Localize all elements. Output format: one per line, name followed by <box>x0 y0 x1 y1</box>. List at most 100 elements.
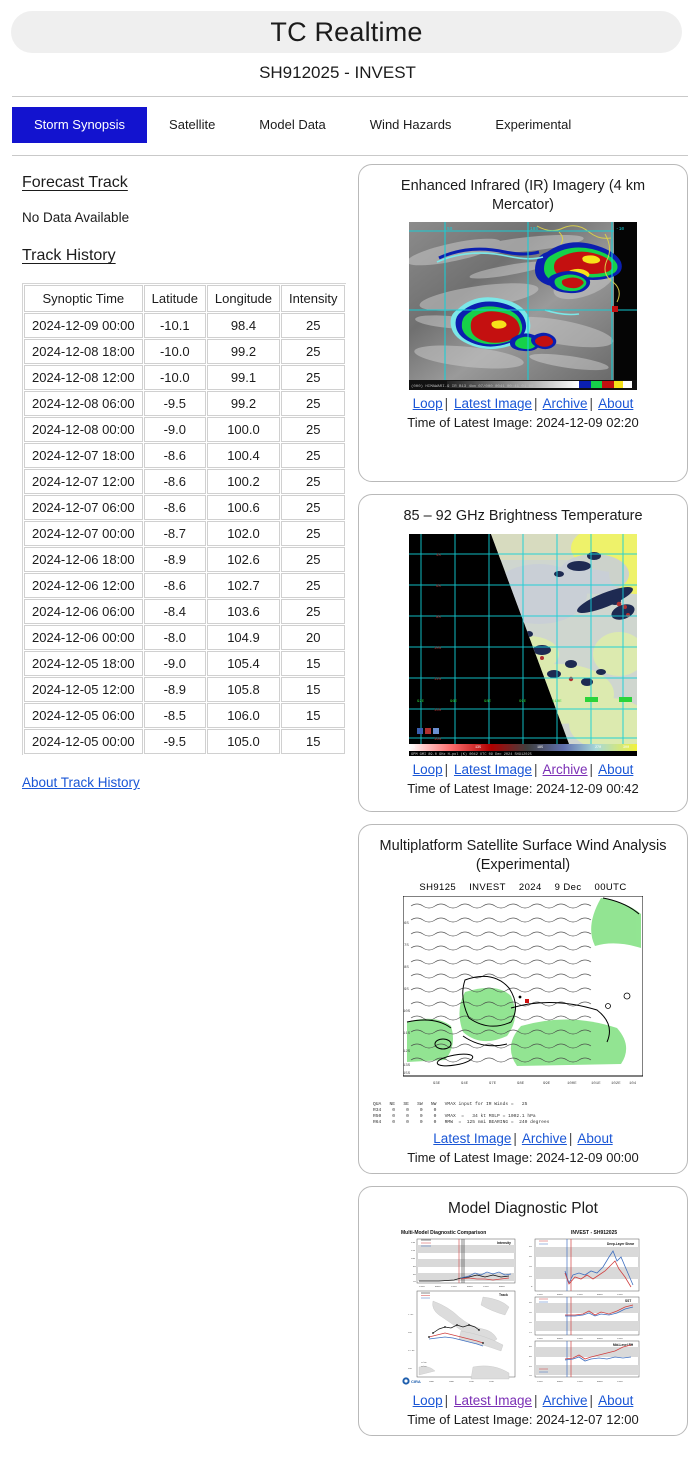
svg-text:12S: 12S <box>403 1050 411 1054</box>
svg-text:100: 100 <box>411 1257 416 1260</box>
time-of-latest-image-microwave: Time of Latest Image: 2024-12-09 00:42 <box>407 780 639 796</box>
svg-text:101E: 101E <box>591 1082 601 1086</box>
track-history-table: Synoptic Time Latitude Longitude Intensi… <box>22 283 347 756</box>
cell-longitude: 100.2 <box>206 469 281 495</box>
cell-longitude: 105.4 <box>206 651 281 677</box>
link-latest-image-surface-wind[interactable]: Latest Image <box>433 1131 511 1146</box>
tab-satellite[interactable]: Satellite <box>147 107 237 143</box>
cell-longitude: 105.0 <box>206 729 281 755</box>
svg-text:-10: -10 <box>616 226 624 232</box>
tab-experimental[interactable]: Experimental <box>473 107 593 143</box>
link-archive-ir[interactable]: Archive <box>543 396 588 411</box>
link-latest-image-microwave[interactable]: Latest Image <box>454 762 532 777</box>
cell-intensity: 25 <box>281 521 346 547</box>
cell-latitude: -8.6 <box>143 443 206 469</box>
cell-longitude: 104.9 <box>206 625 281 651</box>
main-content: Forecast Track No Data Available Track H… <box>0 156 700 1448</box>
enhanced-ir-image[interactable]: 5S 10S -10 (000) HIMAWARI-9 IR B13 4km 0… <box>409 222 637 391</box>
cell-intensity: 25 <box>281 391 346 417</box>
svg-text:15S: 15S <box>408 1367 413 1370</box>
cell-intensity: 15 <box>281 677 346 703</box>
cell-latitude: -10.0 <box>143 365 206 391</box>
link-about-microwave[interactable]: About <box>598 762 633 777</box>
cell-latitude: -8.6 <box>143 573 206 599</box>
cell-synoptic-time: 2024-12-07 12:00 <box>24 469 143 495</box>
table-row: 2024-12-06 06:00 -8.4 103.6 25 <box>24 599 346 625</box>
about-track-history-link[interactable]: About Track History <box>22 775 140 790</box>
cell-synoptic-time: 2024-12-05 00:00 <box>24 729 143 755</box>
card-title-model-diagnostic: Model Diagnostic Plot <box>448 1200 598 1218</box>
link-loop-ir[interactable]: Loop <box>413 396 443 411</box>
svg-text:14S: 14S <box>434 709 442 713</box>
svg-text:105E: 105E <box>449 1380 455 1383</box>
link-about-model-diagnostic[interactable]: About <box>598 1393 633 1408</box>
svg-text:13S: 13S <box>403 1064 411 1068</box>
mdp-left-title: Multi-Model Diagnostic Comparison <box>401 1230 486 1236</box>
link-archive-model-diagnostic[interactable]: Archive <box>543 1393 588 1408</box>
svg-text:12Dec: 12Dec <box>419 1285 426 1288</box>
cell-longitude: 99.2 <box>206 391 281 417</box>
cell-synoptic-time: 2024-12-06 00:00 <box>24 625 143 651</box>
svg-text:00Dec: 00Dec <box>435 1285 442 1288</box>
link-archive-microwave[interactable]: Archive <box>543 762 588 777</box>
svg-text:00Dec: 00Dec <box>597 1337 604 1340</box>
microwave-brightness-image[interactable]: 4S 6S 8S 10S 12S 14S 16S 92E 96E 98E 99E 110E G… <box>409 533 637 756</box>
svg-text:9S: 9S <box>404 988 409 992</box>
cell-longitude: 105.8 <box>206 677 281 703</box>
svg-text:Intensity: Intensity <box>497 1241 511 1245</box>
header-divider <box>12 96 688 97</box>
cell-longitude: 102.0 <box>206 521 281 547</box>
link-about-surface-wind[interactable]: About <box>577 1131 612 1146</box>
svg-text:270: 270 <box>595 746 601 750</box>
svg-text:16S: 16S <box>434 738 442 742</box>
model-diagnostic-plot-image[interactable]: Multi-Model Diagnostic Comparison INVEST… <box>399 1227 647 1388</box>
link-loop-microwave[interactable]: Loop <box>413 762 443 777</box>
wind-plot-name: INVEST <box>469 882 506 894</box>
cell-synoptic-time: 2024-12-06 18:00 <box>24 547 143 573</box>
cell-intensity: 25 <box>281 573 346 599</box>
cell-longitude: 100.6 <box>206 495 281 521</box>
link-loop-model-diagnostic[interactable]: Loop <box>413 1393 443 1408</box>
svg-text:100E: 100E <box>567 1082 577 1086</box>
link-latest-image-model-diagnostic[interactable]: Latest Image <box>454 1393 532 1408</box>
cell-latitude: -10.0 <box>143 339 206 365</box>
tab-wind-hazards[interactable]: Wind Hazards <box>348 107 474 143</box>
cell-latitude: -8.7 <box>143 521 206 547</box>
svg-text:7S: 7S <box>404 944 409 948</box>
table-header-row: Synoptic Time Latitude Longitude Intensi… <box>24 285 346 313</box>
tab-model-data[interactable]: Model Data <box>237 107 347 143</box>
svg-text:12/09: 12/09 <box>421 1362 426 1364</box>
card-title-surface-wind: Multiplatform Satellite Surface Wind Ana… <box>379 838 667 873</box>
link-archive-surface-wind[interactable]: Archive <box>522 1131 567 1146</box>
table-row: 2024-12-05 06:00 -8.5 106.0 15 <box>24 703 346 729</box>
cell-longitude: 102.7 <box>206 573 281 599</box>
svg-text:10S: 10S <box>408 1331 413 1334</box>
cell-longitude: 99.2 <box>206 339 281 365</box>
table-row: 2024-12-08 00:00 -9.0 100.0 25 <box>24 417 346 443</box>
surface-wind-analysis-image[interactable]: 6S 7S 8S 9S 10S 11S 12S 13S 15S 93E 94E 97E 98E 9… <box>403 896 643 1102</box>
links-row-microwave: Loop | Latest Image | Archive | About <box>412 761 634 777</box>
svg-text:00Dec: 00Dec <box>557 1337 564 1340</box>
link-about-ir[interactable]: About <box>598 396 633 411</box>
wind-radii-table: QUA NE SE SW NW VMAX input for IR Winds … <box>373 1102 550 1125</box>
column-header-intensity: Intensity <box>281 285 346 313</box>
svg-text:102E: 102E <box>611 1082 621 1086</box>
cell-intensity: 25 <box>281 313 346 339</box>
link-latest-image-ir[interactable]: Latest Image <box>454 396 532 411</box>
svg-text:12.5S: 12.5S <box>408 1349 415 1352</box>
cell-latitude: -9.0 <box>143 417 206 443</box>
cell-synoptic-time: 2024-12-06 06:00 <box>24 599 143 625</box>
storm-id: SH912025 - INVEST <box>259 63 416 82</box>
card-enhanced-ir: Enhanced Infrared (IR) Imagery (4 km Mer… <box>358 164 688 483</box>
svg-text:12Dec: 12Dec <box>577 1337 584 1340</box>
cell-latitude: -8.0 <box>143 625 206 651</box>
cell-latitude: -8.9 <box>143 547 206 573</box>
tab-storm-synopsis[interactable]: Storm Synopsis <box>12 107 148 144</box>
svg-text:92E: 92E <box>417 700 425 704</box>
wind-plot-storm-id: SH9125 <box>419 882 457 894</box>
wind-plot-header: SH9125 INVEST 2024 9 Dec 00UTC <box>367 882 679 893</box>
cell-intensity: 25 <box>281 417 346 443</box>
links-row-model-diagnostic: Loop | Latest Image | Archive | About <box>412 1393 634 1409</box>
table-row: 2024-12-07 18:00 -8.6 100.4 25 <box>24 443 346 469</box>
card-title-microwave: 85 – 92 GHz Brightness Temperature <box>403 508 643 525</box>
